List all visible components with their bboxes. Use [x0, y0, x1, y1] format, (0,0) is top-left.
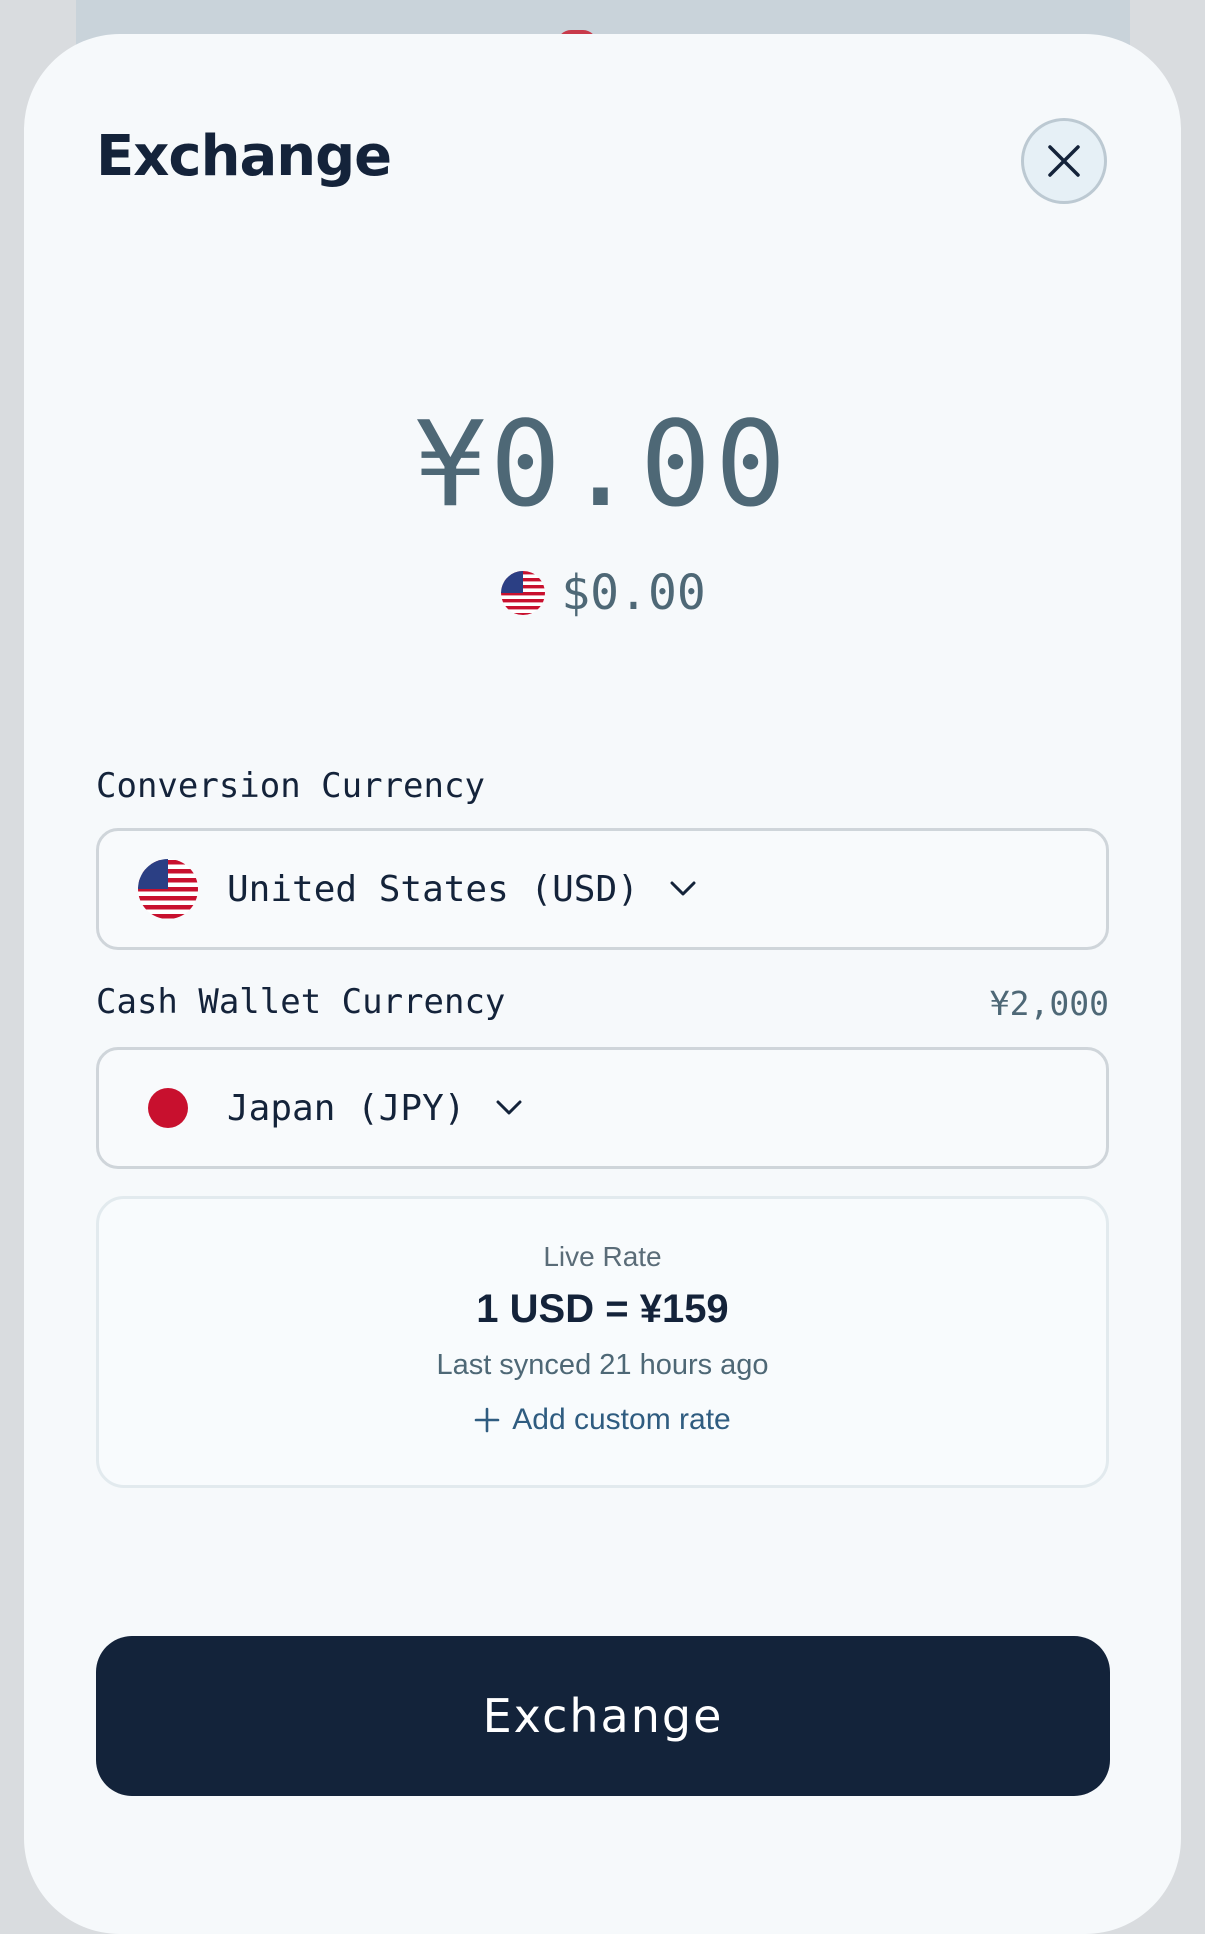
- exchange-button-label: Exchange: [482, 1689, 724, 1743]
- us-flag-icon: [137, 858, 199, 920]
- wallet-currency-label: Cash Wallet Currency: [96, 982, 506, 1022]
- amount-secondary-value: $0.00: [561, 565, 706, 621]
- wallet-currency-select[interactable]: Japan (JPY): [96, 1047, 1109, 1169]
- chevron-down-icon: [669, 880, 697, 898]
- live-rate-card: Live Rate 1 USD = ¥159 Last synced 21 ho…: [96, 1196, 1109, 1488]
- add-custom-rate-link[interactable]: Add custom rate: [99, 1403, 1106, 1437]
- sheet-title: Exchange: [96, 124, 392, 189]
- wallet-currency-value: Japan (JPY): [227, 1087, 466, 1129]
- chevron-down-icon: [495, 1099, 523, 1117]
- close-icon: [1048, 145, 1080, 177]
- exchange-button[interactable]: Exchange: [96, 1636, 1110, 1796]
- close-button[interactable]: [1021, 118, 1107, 204]
- amount-primary: ¥0.00: [414, 395, 791, 533]
- plus-icon: [474, 1407, 500, 1433]
- conversion-currency-select[interactable]: United States (USD): [96, 828, 1109, 950]
- live-rate-label: Live Rate: [543, 1241, 662, 1272]
- last-synced-text: Last synced 21 hours ago: [436, 1349, 769, 1381]
- amount-secondary: $0.00: [0, 565, 1205, 621]
- wallet-balance: ¥2,000: [989, 984, 1109, 1023]
- jp-flag-icon: [137, 1077, 199, 1139]
- conversion-currency-value: United States (USD): [227, 868, 639, 910]
- us-flag-icon: [501, 571, 546, 615]
- conversion-currency-label: Conversion Currency: [96, 766, 485, 806]
- live-rate-value: 1 USD = ¥159: [476, 1287, 729, 1331]
- add-custom-rate-label: Add custom rate: [512, 1403, 731, 1436]
